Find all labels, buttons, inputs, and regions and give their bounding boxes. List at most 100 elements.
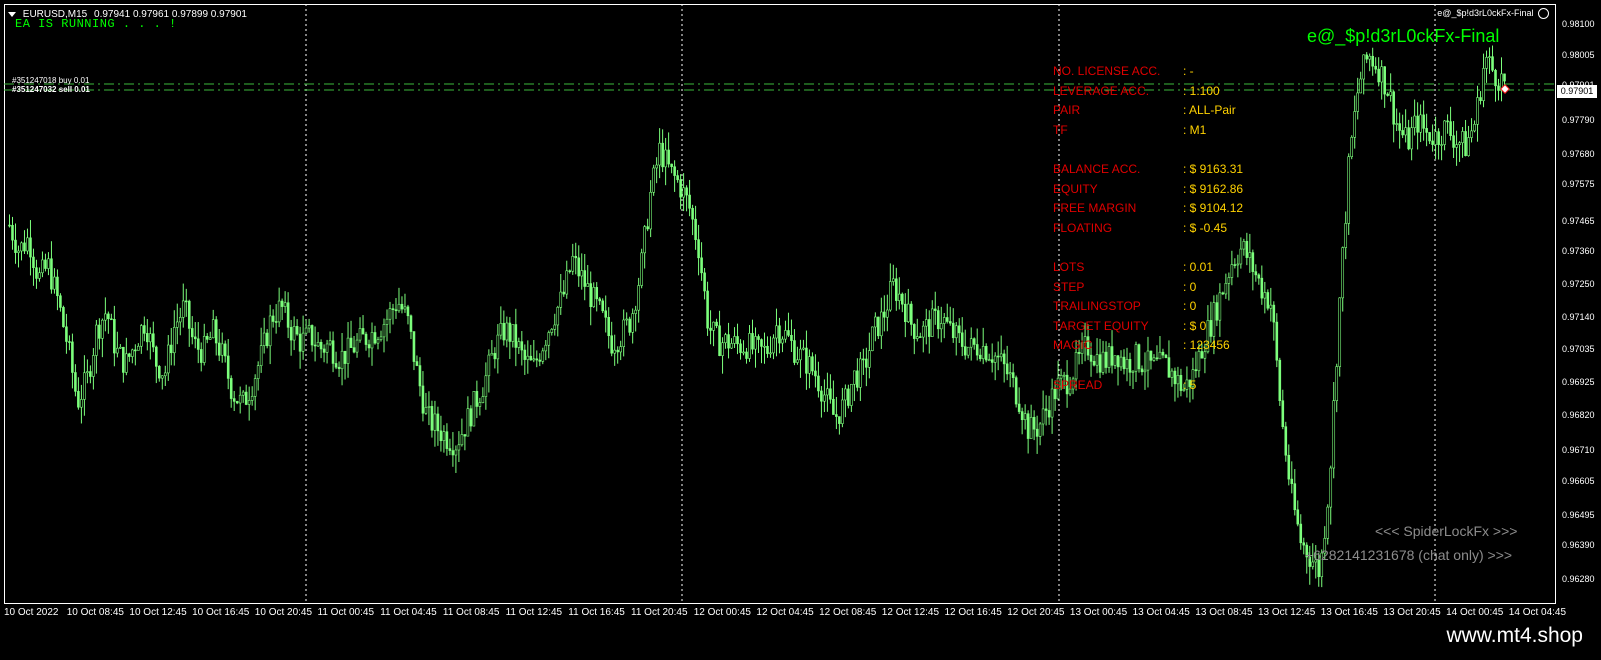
candle-body (448, 448, 452, 451)
candle-body (89, 371, 92, 377)
candle-body (1425, 128, 1428, 133)
candle-body (484, 375, 488, 397)
candle-body (586, 283, 590, 287)
candle-body (1212, 302, 1216, 337)
candle-body (23, 242, 26, 252)
candle-body (1272, 304, 1276, 323)
candle-body (1014, 377, 1018, 405)
candle-body (646, 226, 649, 230)
candle-body (975, 344, 979, 356)
info-label: SPREAD (1053, 377, 1103, 392)
candle-body (703, 272, 706, 292)
buy-order-label: #351247018 buy 0.01 (12, 76, 90, 85)
smiley-icon[interactable] (1538, 8, 1549, 20)
ea-name-corner[interactable]: e@_$p!d3rL0ckFx-Final (1437, 8, 1549, 20)
candle-body (1236, 263, 1240, 266)
candle-body (445, 431, 449, 449)
candle-body (598, 298, 602, 302)
candle-body (742, 351, 745, 354)
candle-body (963, 346, 967, 356)
time-tick-label: 14 Oct 04:45 (1508, 607, 1567, 618)
candle-body (313, 344, 317, 347)
candle-body (1149, 350, 1153, 361)
candle-body (981, 345, 985, 360)
candle-body (388, 308, 392, 320)
candle-body (343, 350, 347, 364)
candle-body (736, 336, 739, 345)
candle-body (382, 324, 386, 338)
footer-bar: www.mt4.shop (0, 624, 1601, 660)
candle-body (460, 434, 464, 446)
candle-body (50, 258, 53, 290)
candle-body (451, 450, 455, 456)
candle-body (331, 340, 335, 364)
chart-svg[interactable] (4, 4, 1556, 604)
candle-body (505, 322, 509, 341)
candle-body (178, 317, 182, 323)
candle-body (972, 338, 976, 345)
candle-body (1326, 506, 1330, 539)
candle-body (499, 322, 503, 336)
candle-body (376, 339, 380, 344)
candle-body (1164, 354, 1168, 358)
candle-body (304, 327, 308, 334)
price-chart[interactable] (4, 4, 1556, 604)
candle-body (1092, 361, 1096, 366)
candle-body (107, 313, 110, 320)
candle-body (409, 315, 413, 332)
candle-body (751, 333, 754, 350)
candle-body (1218, 292, 1222, 321)
candle-body (996, 355, 1000, 358)
candle-body (71, 341, 74, 373)
candle-body (457, 444, 461, 451)
candle-body (1200, 351, 1204, 359)
candle-body (1362, 54, 1365, 80)
candle-body (86, 371, 89, 374)
candle-body (1119, 356, 1123, 368)
candle-body (1296, 509, 1300, 525)
candle-body (685, 187, 688, 196)
candle-body (826, 388, 829, 396)
candle-body (775, 325, 778, 339)
candle-body (829, 388, 832, 400)
ea-title: e@_$p!d3rL0ckFx-Final (1307, 26, 1500, 46)
candle-body (832, 398, 835, 415)
candle-body (98, 324, 101, 339)
candle-body (862, 358, 865, 361)
candle-body (936, 310, 940, 330)
candle-body (820, 390, 823, 402)
candle-body (814, 370, 817, 377)
info-label: MAGIC (1053, 338, 1093, 353)
candle-body (1104, 351, 1108, 368)
candle-body (283, 302, 287, 307)
candle-body (1353, 111, 1357, 138)
time-tick-label: 12 Oct 12:45 (881, 607, 940, 618)
candle-body (508, 322, 512, 342)
time-axis[interactable]: 10 Oct 2022 10 Oct 08:45 10 Oct 12:45 10 Oc… (0, 604, 1601, 624)
candle-body (412, 331, 416, 362)
candle-body (718, 325, 721, 356)
candle-body (74, 372, 77, 392)
candle-body (301, 332, 305, 352)
candle-body (1347, 156, 1351, 224)
candle-body (700, 257, 703, 274)
candle-body (634, 309, 637, 314)
candle-body (1281, 400, 1285, 427)
candle-body (466, 408, 470, 437)
candle-body (957, 325, 961, 334)
candle-body (649, 191, 652, 230)
site-url: www.mt4.shop (1446, 624, 1583, 647)
time-tick-label: 14 Oct 00:45 (1446, 607, 1504, 618)
candle-body (1335, 366, 1339, 401)
candle-body (898, 293, 901, 301)
candle-body (1029, 416, 1033, 439)
price-tick-label: 0.97680 (1562, 149, 1595, 159)
candle-body (1464, 131, 1467, 157)
candle-body (960, 332, 964, 347)
candle-body (805, 347, 808, 374)
candle-body (223, 343, 227, 357)
candle-body (1176, 375, 1180, 385)
time-tick-label: 10 Oct 08:45 (66, 607, 124, 618)
candle-body (1374, 65, 1377, 70)
candle-body (113, 318, 116, 354)
